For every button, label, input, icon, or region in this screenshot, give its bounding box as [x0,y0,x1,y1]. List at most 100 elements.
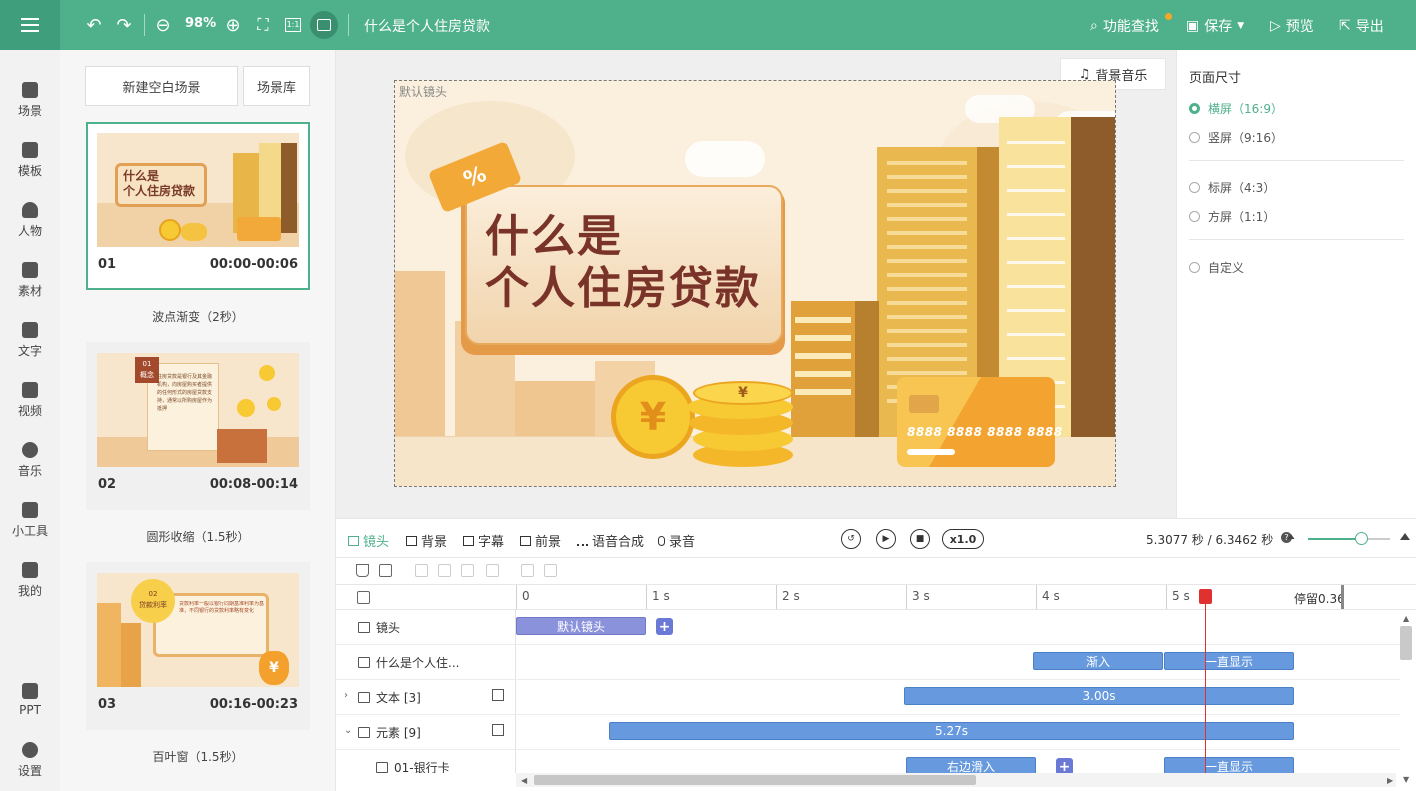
coin-stack[interactable]: ¥ [693,381,793,405]
zoom-out-timeline-icon[interactable] [1287,534,1295,539]
size-option-landscape[interactable]: 横屏（16:9） [1189,100,1283,117]
coin-large[interactable]: ¥ [611,375,695,459]
timeline-vertical-scrollbar[interactable] [1400,626,1412,660]
chevron-down-icon[interactable]: ⌄ [344,725,352,736]
align-center-icon [438,564,451,577]
clip-default-camera[interactable]: 默认镜头 [516,617,646,635]
filter-icon[interactable] [356,564,369,577]
stay-handle[interactable] [1341,585,1344,609]
save-button[interactable]: ▣ 保存 ▼ [1186,16,1244,36]
rail-item-material[interactable]: 素材 [0,255,60,305]
expand-group-icon[interactable] [492,724,504,736]
expand-group-icon[interactable] [492,689,504,701]
tab-record[interactable]: 录音 [658,531,695,550]
scroll-down-icon[interactable]: ▼ [1403,775,1409,784]
stop-icon: ■ [915,534,925,544]
scene-transition-3[interactable]: 百叶窗（1.5秒） [86,748,310,765]
preview-button[interactable]: ▷ 预览 [1270,16,1314,36]
clip-text-group[interactable]: 3.00s [904,687,1294,705]
timeline-zoom-knob[interactable] [1355,532,1368,545]
rail-item-settings[interactable]: 设置 [0,735,60,785]
tab-foreground[interactable]: 前景 [520,531,561,550]
size-option-square[interactable]: 方屏（1:1） [1189,208,1275,225]
background-icon [406,535,417,546]
rail-item-tools[interactable]: 小工具 [0,495,60,545]
menu-button[interactable] [0,0,60,50]
rail-item-music[interactable]: 音乐 [0,435,60,485]
layers-icon[interactable] [357,591,370,604]
person-icon [22,201,38,218]
tab-background[interactable]: 背景 [406,531,447,550]
undo-icon[interactable]: ↶ [84,14,104,36]
hamburger-icon [21,24,39,26]
video-icon [22,381,38,398]
canvas-title-line-1[interactable]: 什么是 [485,211,761,263]
new-blank-scene-button[interactable]: 新建空白场景 [85,66,238,106]
rail-item-text[interactable]: 文字 [0,315,60,365]
zoom-in-icon[interactable]: ⊕ [224,14,242,36]
zoom-in-timeline-icon[interactable] [1400,533,1410,540]
canvas-title-line-2[interactable]: 个人住房贷款 [485,263,761,315]
top-bar: ↶ ↷ ⊖ 98% ⊕ ⛶ 1:1 什么是个人住房贷款 ⌕ 功能查找 ▣ 保存 … [0,0,1416,50]
align-left-icon [415,564,428,577]
camera-icon [358,622,370,633]
group-icon[interactable] [379,564,392,577]
scene-transition-2[interactable]: 圆形收缩（1.5秒） [86,528,310,545]
export-button[interactable]: ⇱ 导出 [1339,16,1384,36]
scroll-up-icon[interactable]: ▲ [1403,614,1409,623]
tab-tts[interactable]: 语音合成 [577,531,644,550]
subtitle-icon[interactable] [310,11,338,39]
scene-transition-1[interactable]: 波点渐变（2秒） [86,308,310,325]
timeline-ruler[interactable]: 0 1 s 2 s 3 s 4 s 5 s 停留0.36 [336,584,1416,610]
scroll-left-icon[interactable]: ◀ [521,776,527,785]
rail-item-video[interactable]: 视频 [0,375,60,425]
rail-item-character[interactable]: 人物 [0,195,60,245]
scene-thumbnail-2: 01 概念 住房贷款是银行及其金融机构，向房屋购买者提供的任何形式的房屋贷款支持… [97,353,299,467]
chevron-right-icon[interactable]: › [344,690,348,701]
feature-search-button[interactable]: ⌕ 功能查找 [1090,16,1159,36]
tab-subtitle[interactable]: 字幕 [463,531,504,550]
scene-library-button[interactable]: 场景库 [243,66,310,106]
default-camera-frame[interactable]: 默认镜头 什么是 个人住房贷款 % ¥ ¥ 8888 8888 8888 888… [394,80,1116,487]
radio-icon [1189,182,1200,193]
playhead[interactable] [1205,590,1206,776]
clip-fade-in[interactable]: 渐入 [1033,652,1163,670]
gear-icon [22,741,38,758]
distribute-icon [486,564,499,577]
rail-item-ppt[interactable]: PPT [0,675,60,725]
playhead-handle[interactable] [1199,589,1212,604]
size-option-custom[interactable]: 自定义 [1189,259,1244,276]
speed-button[interactable]: x1.0 [942,529,984,549]
play-button[interactable]: ▶ [876,529,896,549]
tab-camera[interactable]: 镜头 [348,531,389,550]
timeline-rows: 镜头 默认镜头 + 什么是个人住... 渐入 一直显示 › 文本 [3] 3.0… [336,610,1416,773]
scene-card-2[interactable]: 01 概念 住房贷款是银行及其金融机构，向房屋购买者提供的任何形式的房屋贷款支持… [86,342,310,510]
document-title[interactable]: 什么是个人住房贷款 [364,16,490,36]
material-icon [22,261,38,278]
size-option-standard[interactable]: 标屏（4:3） [1189,179,1275,196]
size-option-portrait[interactable]: 竖屏（9:16） [1189,129,1283,146]
redo-icon[interactable]: ↷ [114,14,134,36]
clip-always-show-card[interactable]: 一直显示 [1164,757,1294,773]
zoom-out-icon[interactable]: ⊖ [154,14,172,36]
timeline-horizontal-scrollbar[interactable] [534,775,976,785]
radio-icon [1189,211,1200,222]
template-icon [22,141,38,158]
scene-icon [22,81,38,98]
replay-button[interactable]: ↺ [841,529,861,549]
clip-element-group[interactable]: 5.27s [609,722,1294,740]
fullscreen-icon[interactable]: ⛶ [254,14,272,36]
clip-slide-in-right[interactable]: 右边滑入 [906,757,1036,773]
rail-item-scene[interactable]: 场景 [0,75,60,125]
actual-size-icon[interactable]: 1:1 [284,14,302,36]
align-right-icon [461,564,474,577]
add-animation-button[interactable]: + [1056,758,1073,773]
scroll-right-icon[interactable]: ▶ [1387,776,1393,785]
rail-item-template[interactable]: 模板 [0,135,60,185]
rail-item-mine[interactable]: 我的 [0,555,60,605]
scene-card-3[interactable]: 02 贷款利率 贷款利率一般以银行同期基准利率为基准，不同银行的贷款利率略有变化… [86,562,310,730]
stop-button[interactable]: ■ [910,529,930,549]
scene-card-1[interactable]: 什么是 个人住房贷款 01 00:00-00:06 [86,122,310,290]
clip-always-show[interactable]: 一直显示 [1164,652,1294,670]
add-camera-button[interactable]: + [656,618,673,635]
